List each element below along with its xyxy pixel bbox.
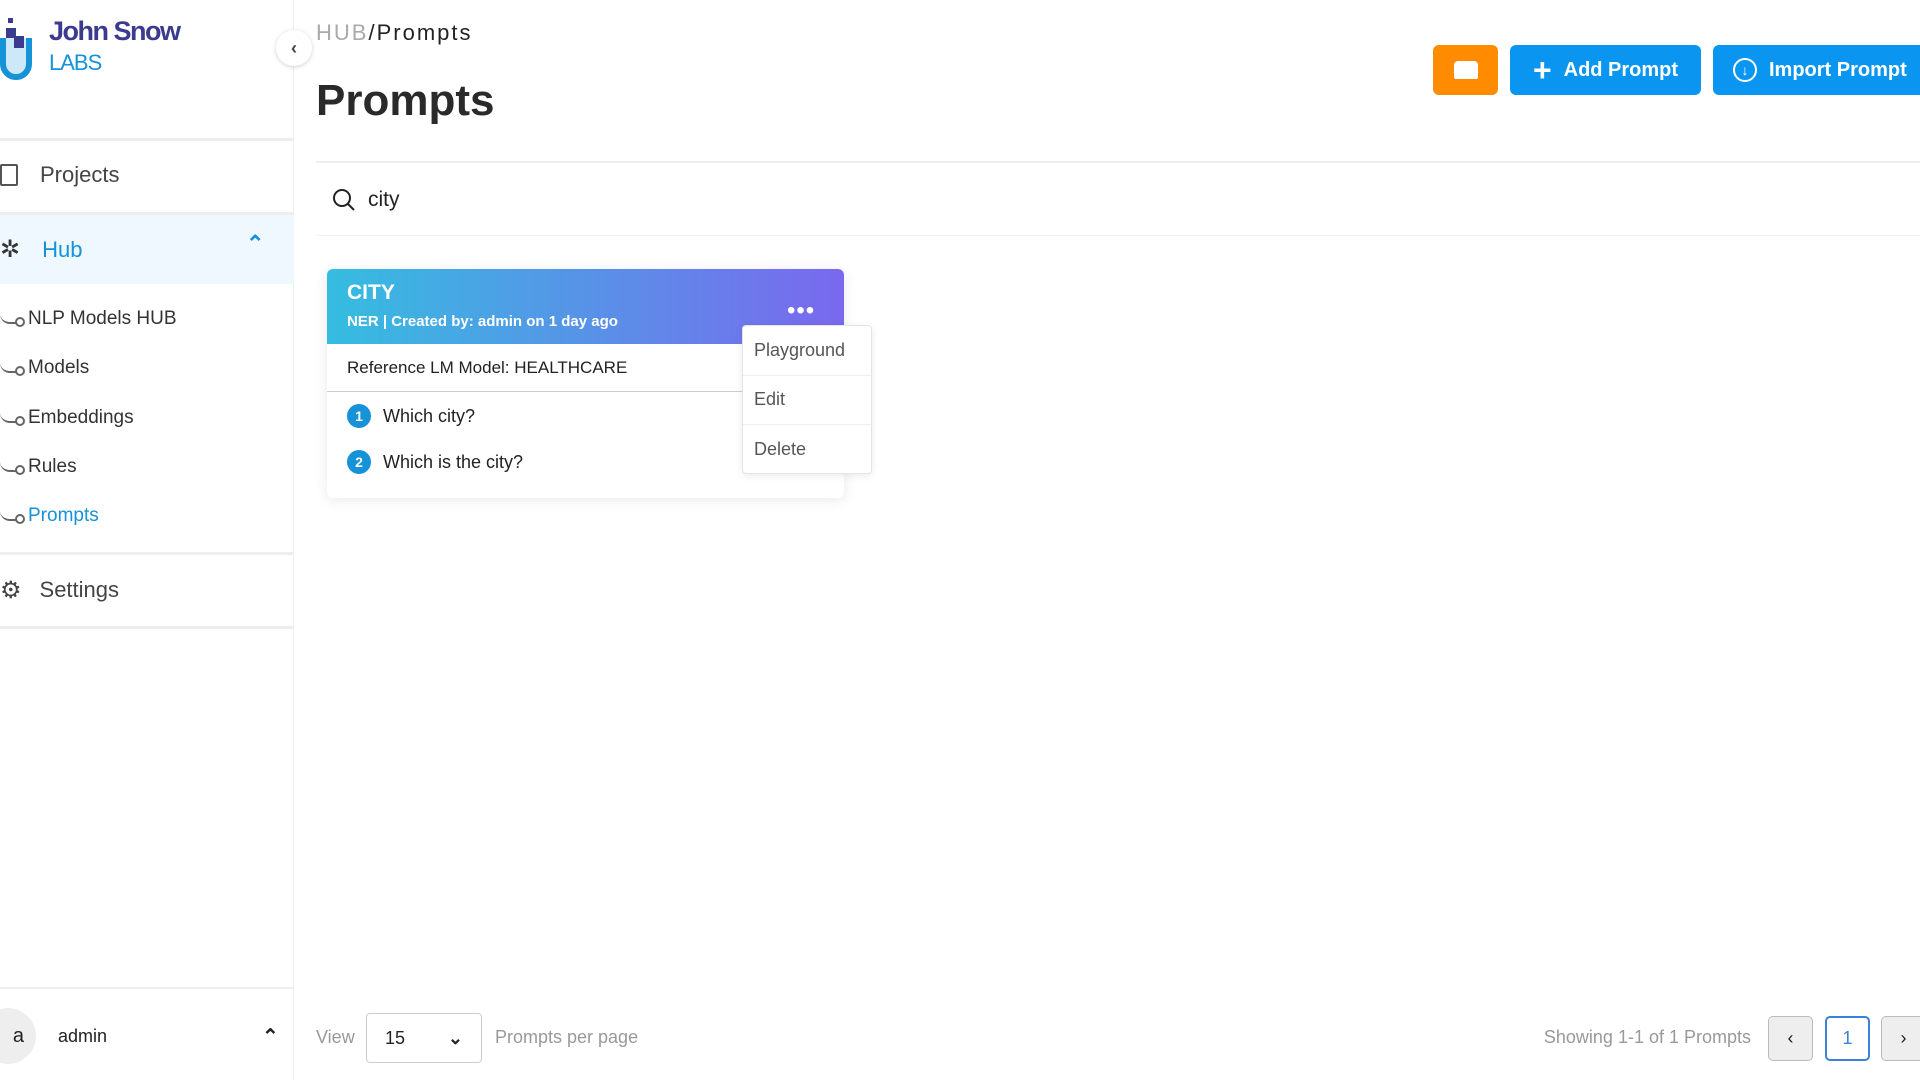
logo-text: John Snow [49, 16, 181, 46]
tree-branch-icon [0, 314, 25, 327]
sidebar-item-models[interactable]: Models [0, 357, 89, 379]
number-badge: 1 [347, 404, 371, 428]
chevron-up-icon[interactable]: ⌃ [262, 1024, 279, 1049]
storage-button[interactable] [1433, 45, 1498, 95]
label: Add Prompt [1563, 58, 1679, 81]
page-title: Prompts [316, 76, 495, 125]
logo[interactable]: John Snow LABS [0, 10, 200, 85]
divider [0, 552, 294, 555]
collapse-sidebar-button[interactable]: ‹ [276, 30, 312, 66]
plus-icon: + [1532, 51, 1552, 88]
breadcrumb: HUB/Prompts [316, 20, 473, 46]
label: Projects [40, 162, 120, 187]
sidebar-item-embeddings[interactable]: Embeddings [0, 407, 134, 429]
sidebar: John Snow LABS Projects ✲ Hub ⌃ NLP Mode… [0, 0, 294, 1080]
drive-icon [1453, 61, 1478, 79]
label: NLP Models HUB [28, 308, 177, 329]
menu-item-edit[interactable]: Edit [743, 376, 871, 426]
tree-branch-icon [0, 462, 25, 475]
divider [0, 987, 294, 989]
label: Prompts [28, 505, 99, 526]
view-label: View [316, 1027, 355, 1047]
sidebar-item-prompts[interactable]: Prompts [0, 505, 99, 527]
divider [0, 138, 294, 141]
import-prompt-button[interactable]: ↓ Import Prompt [1713, 45, 1920, 95]
gear-icon: ⚙ [0, 576, 22, 604]
label: Models [28, 357, 90, 378]
label: Settings [39, 577, 120, 602]
sidebar-item-nlp-models-hub[interactable]: NLP Models HUB [0, 308, 177, 330]
user-name: admin [58, 1026, 108, 1046]
breadcrumb-hub[interactable]: HUB [316, 20, 368, 45]
sidebar-item-settings[interactable]: ⚙ Settings [0, 570, 294, 610]
breadcrumb-separator: / [368, 20, 377, 45]
label: Import Prompt [1769, 58, 1907, 81]
label: Embeddings [28, 407, 134, 428]
card-options-menu: Playground Edit Delete [742, 325, 872, 474]
divider [316, 161, 1920, 163]
avatar: a [0, 1008, 36, 1064]
search-bar[interactable]: city [316, 170, 1920, 230]
logo-subtext: LABS [49, 50, 102, 75]
question-text: Which city? [383, 405, 476, 426]
page-1-button[interactable]: 1 [1825, 1016, 1870, 1061]
chevron-up-icon[interactable]: ⌃ [246, 231, 264, 257]
number-badge: 2 [347, 450, 371, 474]
label: Rules [28, 456, 77, 477]
label: Hub [42, 236, 83, 262]
divider [0, 626, 294, 629]
per-page-select[interactable]: 15 ⌄ [366, 1013, 482, 1063]
breadcrumb-current: Prompts [376, 20, 473, 45]
logo-icon [0, 18, 32, 80]
sidebar-item-projects[interactable]: Projects [0, 155, 294, 195]
next-page-button[interactable]: › [1881, 1016, 1920, 1061]
selected-value: 15 [385, 1027, 406, 1048]
user-menu[interactable]: a admin ⌃ [0, 990, 294, 1080]
sidebar-item-rules[interactable]: Rules [0, 456, 77, 478]
pagination-summary: Showing 1-1 of 1 Prompts [1543, 1027, 1751, 1047]
tree-branch-icon [0, 363, 25, 376]
hub-icon: ✲ [0, 236, 21, 263]
download-icon: ↓ [1733, 58, 1757, 82]
sidebar-item-hub[interactable]: ✲ Hub ⌃ [0, 215, 294, 284]
per-page-label: Prompts per page [495, 1027, 639, 1047]
search-input[interactable]: city [368, 188, 400, 212]
projects-icon [0, 164, 18, 186]
prev-page-button[interactable]: ‹ [1768, 1016, 1813, 1061]
card-title: CITY [347, 281, 395, 304]
more-options-icon[interactable]: ••• [787, 297, 815, 325]
divider [316, 235, 1920, 236]
add-prompt-button[interactable]: + Add Prompt [1510, 45, 1701, 95]
tree-branch-icon [0, 511, 25, 524]
question-text: Which is the city? [383, 451, 524, 472]
menu-item-delete[interactable]: Delete [743, 425, 871, 475]
search-icon [333, 189, 355, 211]
tree-branch-icon [0, 413, 25, 426]
menu-item-playground[interactable]: Playground [743, 326, 871, 376]
chevron-down-icon: ⌄ [447, 1027, 463, 1048]
